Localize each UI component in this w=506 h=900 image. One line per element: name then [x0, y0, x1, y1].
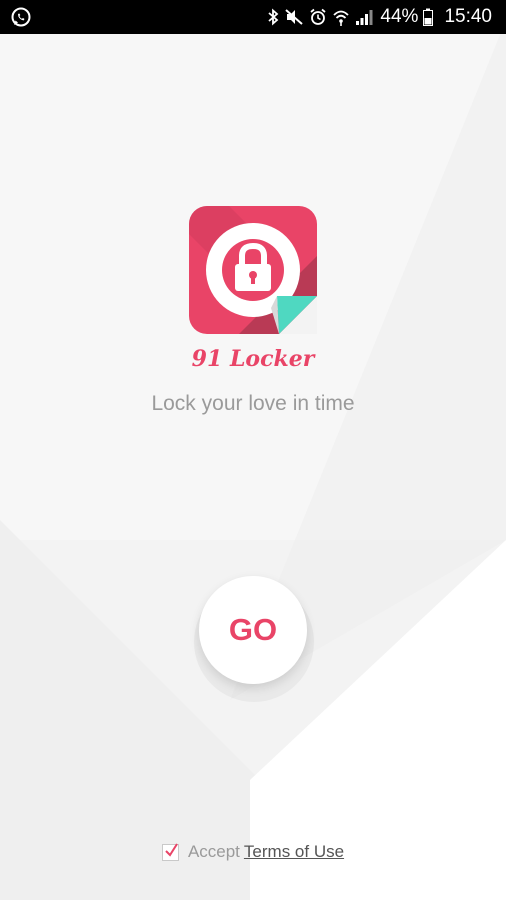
- bluetooth-icon: [267, 8, 279, 26]
- terms-row: Accept Terms of Use: [0, 842, 506, 862]
- battery-icon: [423, 8, 434, 26]
- terms-of-use-link[interactable]: Terms of Use: [244, 842, 344, 862]
- background-shape: [0, 0, 506, 900]
- go-button[interactable]: GO: [199, 576, 307, 684]
- splash-screen: 44% 15:40 91 Locker Lock your love in ti…: [0, 0, 506, 900]
- checkmark-icon: [165, 842, 178, 857]
- alarm-icon: [309, 8, 327, 26]
- accept-label: Accept: [187, 842, 240, 861]
- accept-terms-checkbox[interactable]: [161, 842, 179, 861]
- mute-icon: [284, 8, 304, 26]
- signal-icon: [355, 8, 373, 26]
- app-name: 91 Locker: [191, 346, 315, 372]
- padlock-icon: [189, 206, 317, 334]
- app-logo: [189, 206, 317, 334]
- whatsapp-icon: [10, 6, 32, 28]
- wifi-icon: [332, 8, 350, 26]
- app-tagline: Lock your love in time: [151, 392, 355, 415]
- battery-percent: 44%: [380, 6, 419, 27]
- status-time: 15:40: [444, 6, 492, 27]
- status-bar: 44% 15:40: [0, 0, 506, 34]
